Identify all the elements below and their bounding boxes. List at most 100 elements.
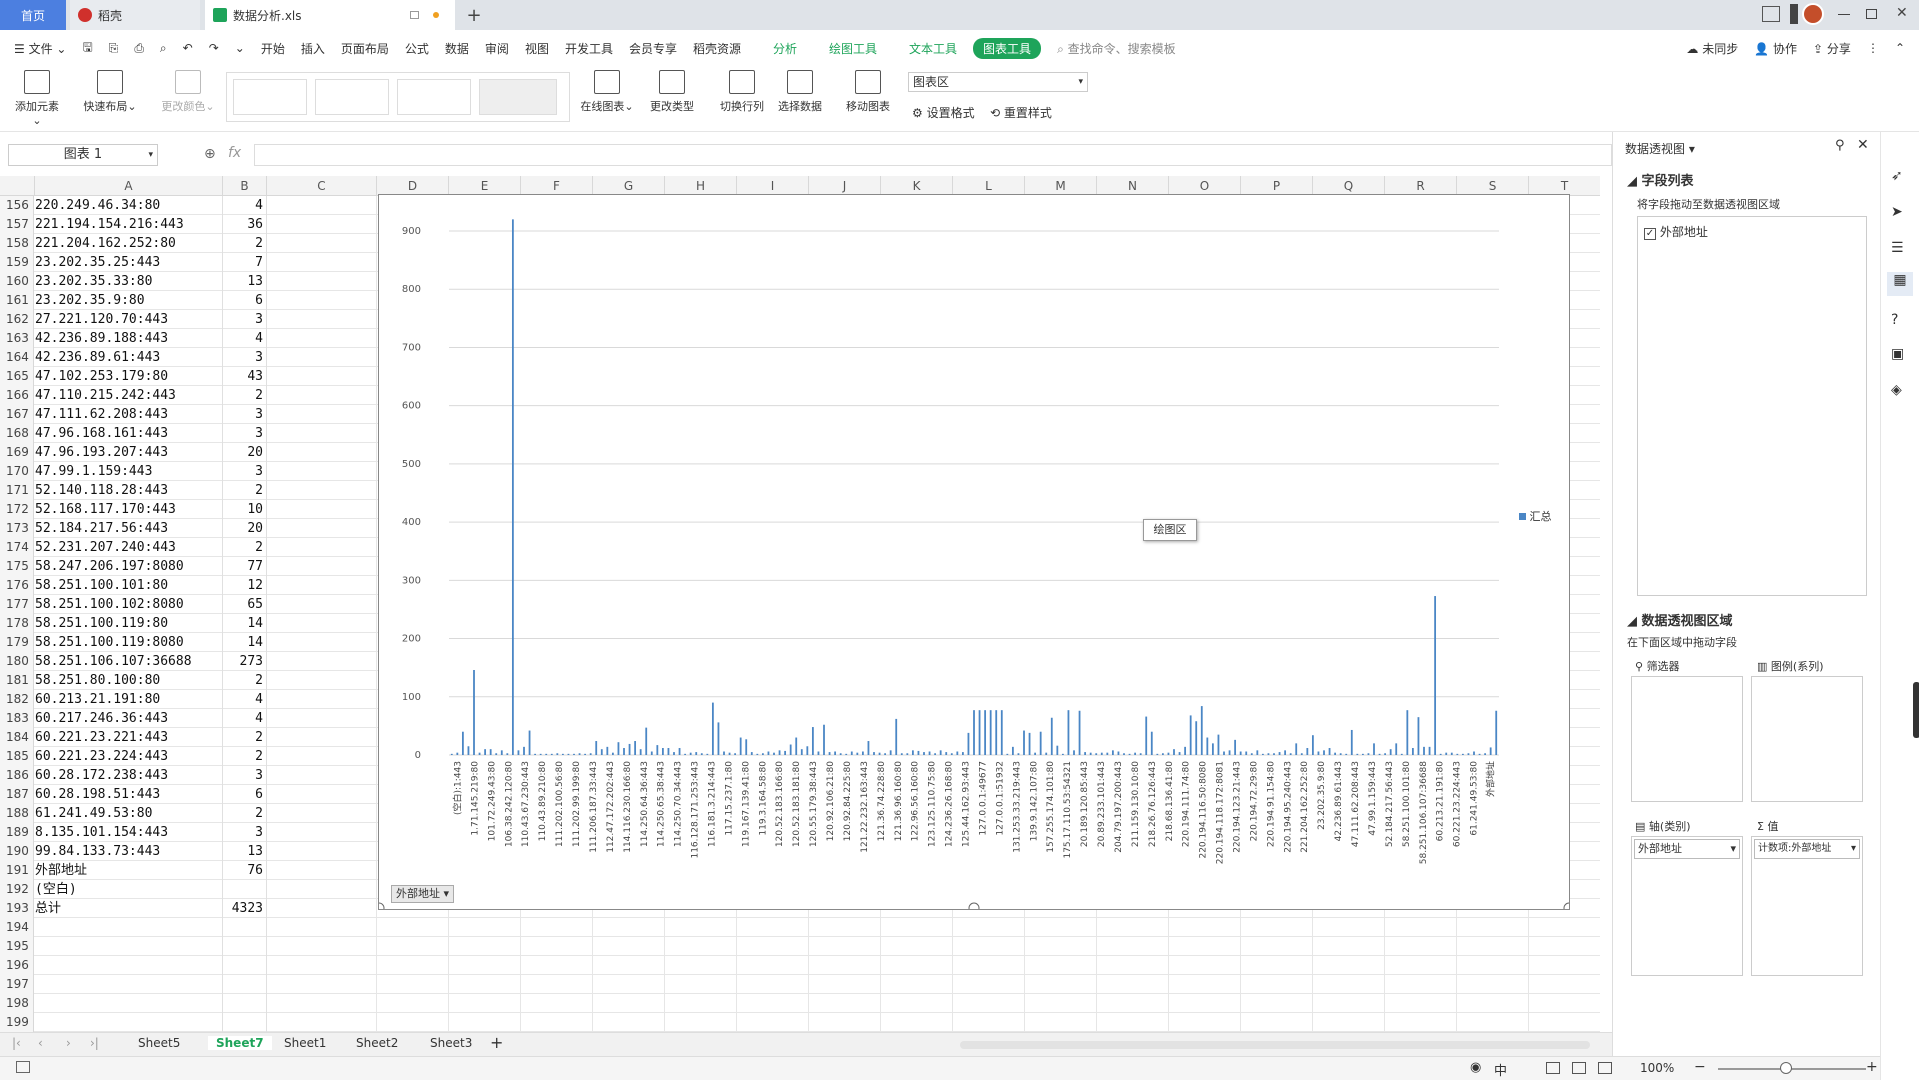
bar[interactable] [700,753,703,755]
column-header[interactable]: T [1529,176,1600,196]
bar[interactable] [1167,752,1170,755]
bar[interactable] [561,753,564,755]
bar[interactable] [1228,750,1231,755]
cell-count[interactable]: 3 [223,348,267,367]
more-icon[interactable]: ⋮ [1867,41,1879,55]
collab-button[interactable]: 👤 协作 [1754,40,1797,57]
move-chart-button[interactable]: 移动图表 [842,70,894,114]
cell-address[interactable]: 23.202.35.9:80 [35,291,223,310]
row-number[interactable]: 179 [0,633,34,652]
row-number[interactable]: 161 [0,291,34,310]
cell-count[interactable] [223,1013,267,1032]
cell-count[interactable]: 4323 [223,899,267,918]
bar[interactable] [517,750,520,755]
bar[interactable] [556,753,559,755]
bar[interactable] [567,753,570,755]
bar[interactable] [1495,710,1498,755]
cell-address[interactable]: 42.236.89.61:443 [35,348,223,367]
settings-sliders-icon[interactable]: ☰ [1891,240,1904,256]
bar[interactable] [839,753,842,755]
row-number[interactable]: 170 [0,462,34,481]
row-number[interactable]: 168 [0,424,34,443]
bar[interactable] [778,750,781,755]
bar[interactable] [1095,753,1098,755]
cell-address[interactable]: 23.202.35.33:80 [35,272,223,291]
row-number[interactable]: 198 [0,994,34,1013]
bar[interactable] [634,741,637,755]
bar[interactable] [811,727,814,755]
bar[interactable] [861,751,864,755]
bar[interactable] [1334,752,1337,755]
bar[interactable] [1139,753,1142,755]
row-number[interactable]: 193 [0,899,34,918]
row-number[interactable]: 196 [0,956,34,975]
image-icon[interactable]: ▣ [1891,346,1904,362]
cell-address[interactable]: 47.102.253.179:80 [35,367,223,386]
resize-handle[interactable] [373,902,385,914]
cell-address[interactable]: 60.28.172.238:443 [35,766,223,785]
bar[interactable] [1028,732,1031,755]
next-sheet-icon[interactable]: › [66,1036,71,1050]
row-number[interactable]: 176 [0,576,34,595]
bar[interactable] [534,753,537,755]
row-number[interactable]: 174 [0,538,34,557]
bar[interactable] [473,669,475,755]
bar[interactable] [867,741,870,755]
cell-count[interactable]: 3 [223,823,267,842]
bar[interactable] [834,751,837,755]
bar[interactable] [1317,751,1320,755]
cell-count[interactable]: 65 [223,595,267,614]
row-number[interactable]: 158 [0,234,34,253]
row-number[interactable]: 162 [0,310,34,329]
cell-count[interactable]: 36 [223,215,267,234]
cell-address[interactable]: 52.231.207.240:443 [35,538,223,557]
bar[interactable] [511,219,514,755]
add-sheet-icon[interactable]: + [490,1033,503,1052]
cell-count[interactable]: 2 [223,747,267,766]
cell-address[interactable]: 60.221.23.221:443 [35,728,223,747]
formula-input[interactable] [254,144,1612,166]
select-data-button[interactable]: 选择数据 [774,70,826,114]
bar[interactable] [1456,753,1459,755]
sheet-tab-sheet2[interactable]: Sheet2 [356,1036,398,1050]
bar[interactable] [1217,734,1220,755]
bar[interactable] [656,745,659,755]
bar[interactable] [1011,746,1014,755]
bar[interactable] [1156,753,1159,755]
bar[interactable] [1184,746,1187,755]
bar[interactable] [1178,752,1181,755]
cell-address[interactable]: 47.111.62.208:443 [35,405,223,424]
cell-count[interactable] [223,918,267,937]
reading-mode-icon[interactable] [1762,6,1780,22]
cell-address[interactable]: 60.213.21.191:80 [35,690,223,709]
tab-daoke[interactable]: 稻壳 [70,0,200,30]
row-number[interactable]: 186 [0,766,34,785]
cell-count[interactable]: 4 [223,690,267,709]
bar[interactable] [1411,748,1414,755]
cell-address[interactable]: 23.202.35.25:443 [35,253,223,272]
side-handle[interactable] [1913,682,1919,738]
bar[interactable] [1073,750,1075,755]
bar[interactable] [1056,745,1059,755]
row-number[interactable]: 185 [0,747,34,766]
help-icon[interactable]: ? [1891,312,1898,328]
undo-icon[interactable]: ↶ [183,41,193,55]
row-number[interactable]: 166 [0,386,34,405]
cell-address[interactable]: 221.204.162.252:80 [35,234,223,253]
menu-item-formula[interactable]: 公式 [405,40,429,57]
chart-style-gallery[interactable] [226,72,570,122]
pivot-chart[interactable]: 0 100 200 300 400 500 600 700 800 900 (空白):1:443 1.… [373,194,1575,914]
restore-icon[interactable] [1866,9,1877,19]
change-color-button[interactable]: 更改颜色⌄ [158,70,218,114]
unsync-button[interactable]: ☁ 未同步 [1686,40,1738,57]
bar[interactable] [1423,746,1425,755]
cell-count[interactable]: 43 [223,367,267,386]
bar[interactable] [1461,753,1464,755]
bar[interactable] [1428,746,1431,755]
search-command[interactable]: ⌕ 查找命令、搜索模板 [1057,40,1176,57]
switch-rowcol-button[interactable]: 切换行列 [716,70,768,114]
row-number[interactable]: 181 [0,671,34,690]
cell-count[interactable]: 13 [223,842,267,861]
cell-count[interactable]: 3 [223,405,267,424]
sheet-tab-sheet5[interactable]: Sheet5 [138,1036,180,1050]
